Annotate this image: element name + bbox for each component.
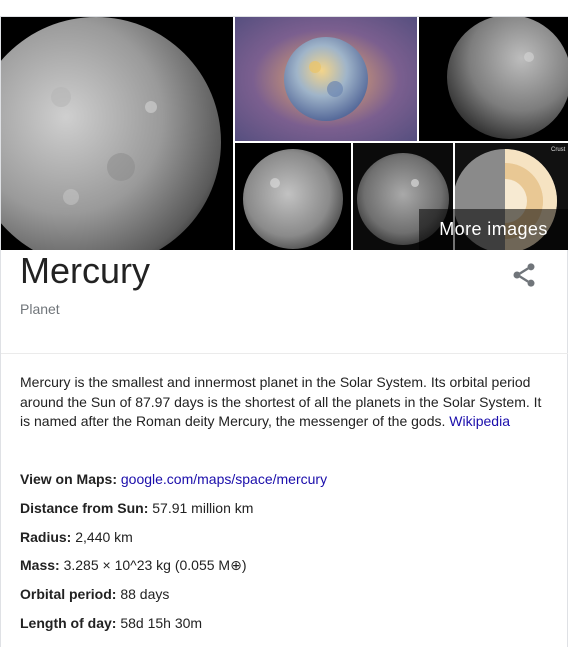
image-mercury-crescent[interactable] — [419, 17, 568, 141]
knowledge-panel: Crust More images Mercury Planet Mercury… — [0, 16, 568, 647]
share-icon — [513, 263, 535, 287]
share-button[interactable] — [510, 261, 538, 289]
entity-title: Mercury — [20, 250, 151, 291]
cutaway-crust-label: Crust — [551, 147, 566, 153]
image-gallery: Crust More images — [1, 17, 568, 250]
fact-mass: Mass: 3.285 × 10^23 kg (0.055 M⊕) — [20, 557, 247, 574]
fact-label: Distance from Sun: — [20, 500, 149, 516]
wikipedia-link[interactable]: Wikipedia — [449, 413, 510, 429]
fact-length-of-day: Length of day: 58d 15h 30m — [20, 615, 202, 631]
fact-label: Radius: — [20, 529, 72, 545]
fact-value: 57.91 million km — [152, 500, 254, 516]
more-images-button[interactable]: More images — [419, 209, 568, 250]
image-mercury-main[interactable] — [1, 17, 233, 250]
fact-label: Length of day: — [20, 615, 117, 631]
fact-value: 3.285 × 10^23 kg (0.055 M⊕) — [63, 557, 247, 573]
fact-view-on-maps: View on Maps: google.com/maps/space/merc… — [20, 471, 327, 487]
fact-value: 58d 15h 30m — [120, 615, 203, 631]
fact-value: 88 days — [120, 586, 170, 602]
maps-link[interactable]: google.com/maps/space/mercury — [121, 471, 327, 487]
fact-label: View on Maps: — [20, 471, 117, 487]
fact-radius: Radius: 2,440 km — [20, 529, 133, 545]
description: Mercury is the smallest and innermost pl… — [20, 373, 548, 432]
fact-label: Mass: — [20, 557, 60, 573]
fact-orbital-period: Orbital period: 88 days — [20, 586, 169, 602]
image-mercury-color[interactable] — [235, 17, 417, 141]
fact-value: 2,440 km — [75, 529, 133, 545]
fact-label: Orbital period: — [20, 586, 117, 602]
image-mercury-full[interactable] — [235, 143, 351, 250]
entity-subtitle: Planet — [20, 301, 60, 317]
fact-distance-from-sun: Distance from Sun: 57.91 million km — [20, 500, 253, 516]
